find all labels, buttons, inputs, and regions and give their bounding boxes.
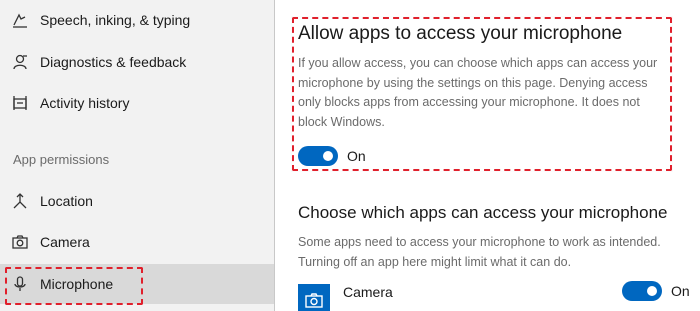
camera-app-icon (298, 284, 330, 311)
choose-apps-title: Choose which apps can access your microp… (298, 203, 668, 222)
sidebar-item-activity-history[interactable]: Activity history (0, 83, 274, 123)
microphone-access-toggle[interactable] (298, 146, 338, 166)
camera-icon (10, 232, 30, 252)
speech-icon (10, 10, 30, 30)
camera-toggle-state-label: On (671, 283, 690, 299)
sidebar-item-label: Diagnostics & feedback (40, 54, 187, 70)
sidebar-item-speech[interactable]: Speech, inking, & typing (0, 0, 274, 40)
sidebar-item-diagnostics[interactable]: Diagnostics & feedback (0, 42, 274, 82)
app-name-camera: Camera (343, 284, 393, 300)
section-header-app-permissions: App permissions (13, 152, 110, 167)
sidebar-item-microphone[interactable]: Microphone (0, 264, 274, 305)
sidebar-item-label: Activity history (40, 95, 130, 111)
sidebar-item-label: Microphone (40, 276, 114, 292)
allow-access-card: Allow apps to access your microphone If … (292, 17, 672, 171)
microphone-icon (10, 274, 30, 294)
toggle-state-label: On (347, 148, 366, 164)
sidebar-item-location[interactable]: Location (0, 181, 274, 221)
sidebar-item-label: Speech, inking, & typing (40, 12, 191, 28)
sidebar-item-camera[interactable]: Camera (0, 222, 274, 262)
choose-apps-description: Some apps need to access your microphone… (298, 235, 661, 269)
sidebar-item-label: Camera (40, 234, 90, 250)
main-content: Allow apps to access your microphone If … (275, 0, 700, 311)
sidebar-item-label: Location (40, 193, 93, 209)
diagnostics-icon (10, 52, 30, 72)
toggle-knob (323, 151, 333, 161)
location-icon (10, 191, 30, 211)
allow-access-description: If you allow access, you can choose whic… (298, 56, 658, 129)
camera-app-toggle[interactable] (622, 281, 662, 301)
activity-history-icon (10, 93, 30, 113)
allow-access-title: Allow apps to access your microphone (298, 23, 623, 44)
settings-sidebar: Speech, inking, & typing Diagnostics & f… (0, 0, 274, 311)
toggle-knob (647, 286, 657, 296)
